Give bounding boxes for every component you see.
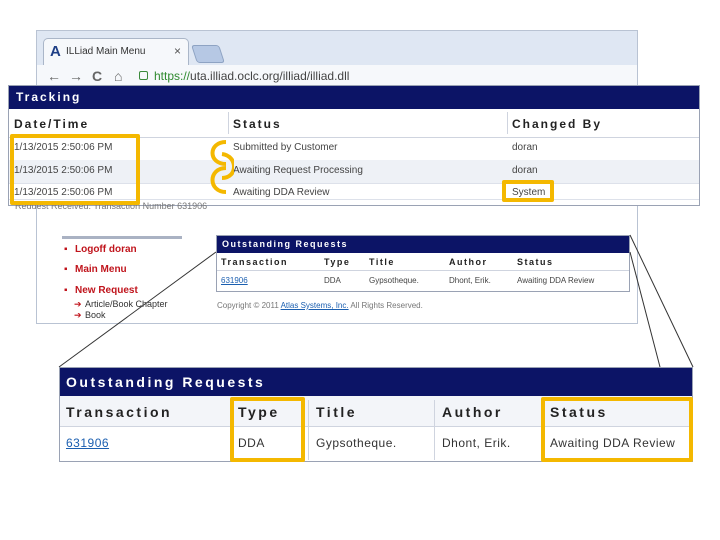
highlight-type-column — [230, 397, 305, 462]
row-author: Dhont, Erik. — [442, 436, 511, 450]
column-transaction: Transaction — [66, 404, 173, 420]
highlight-status-column — [541, 397, 693, 462]
transaction-link[interactable]: 631906 — [66, 436, 109, 450]
column-title: Title — [316, 404, 358, 420]
row-title: Gypsotheque. — [316, 436, 397, 450]
outstanding-requests-title: Outstanding Requests — [66, 374, 266, 390]
column-separator — [308, 400, 309, 460]
column-author: Author — [442, 404, 503, 420]
column-separator — [434, 400, 435, 460]
outstanding-requests-header: Outstanding Requests — [60, 368, 692, 396]
